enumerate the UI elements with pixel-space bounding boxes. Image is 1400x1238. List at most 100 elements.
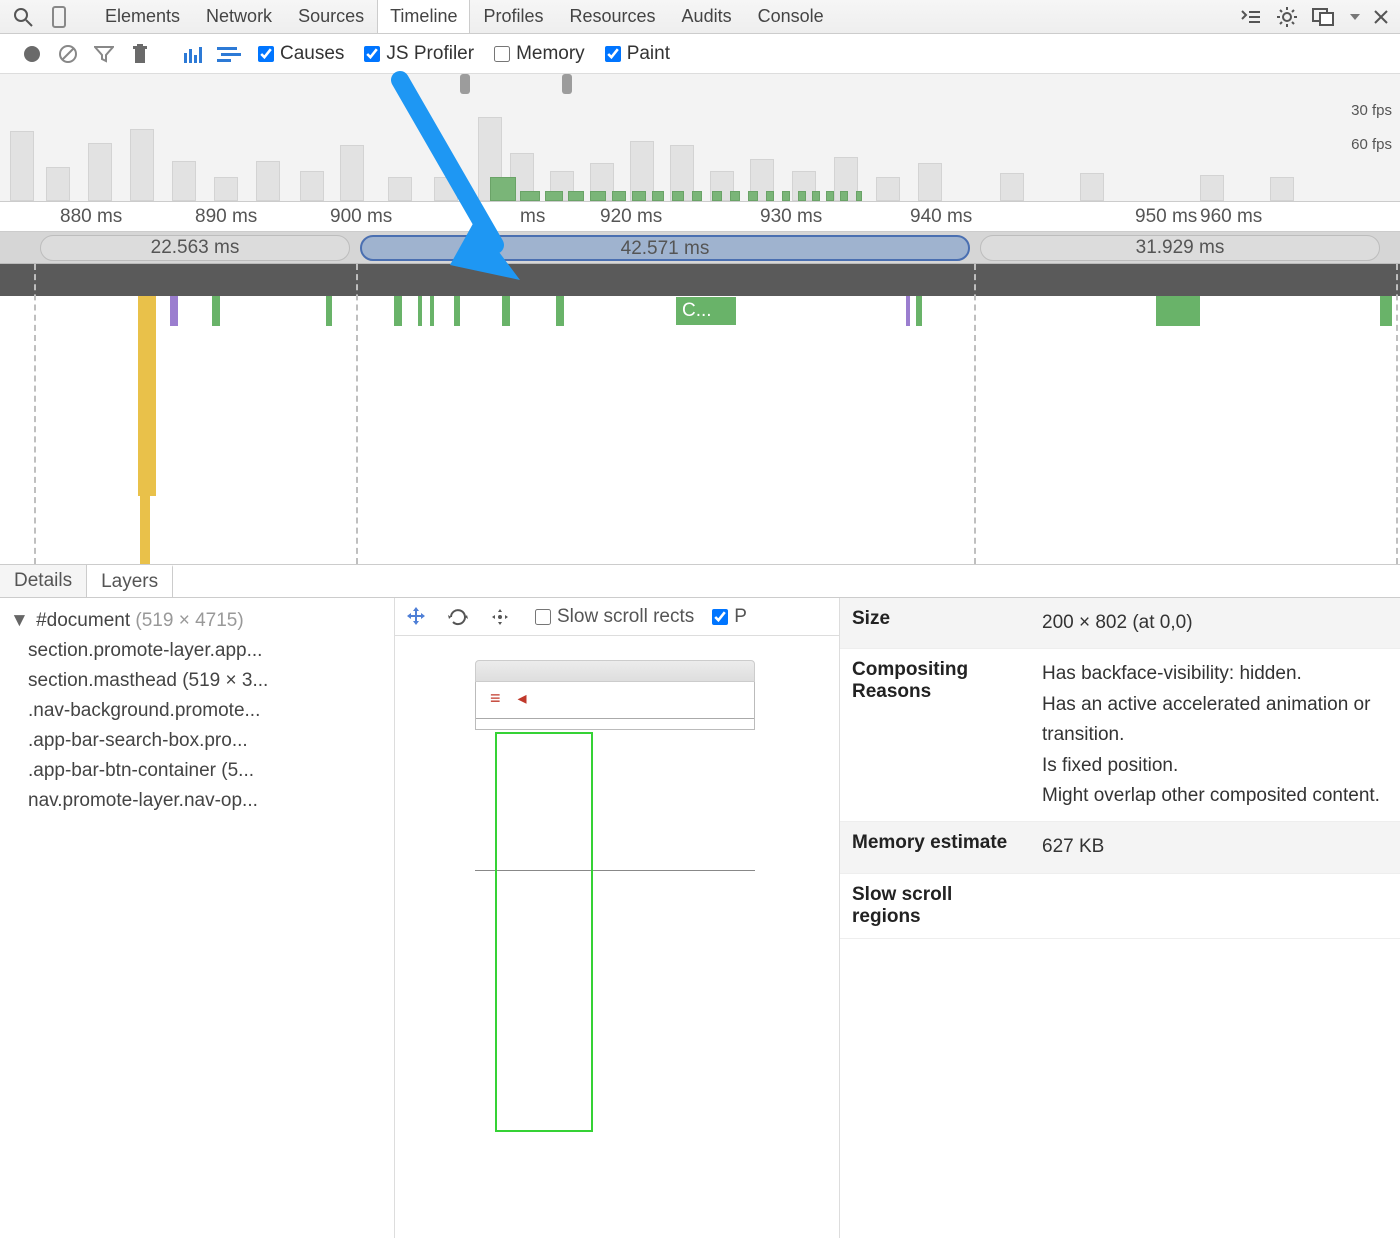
flame-paint-block[interactable] xyxy=(418,296,422,326)
devtools-top-bar: Elements Network Sources Timeline Profil… xyxy=(0,0,1400,34)
tab-layers[interactable]: Layers xyxy=(87,565,173,597)
checkbox-memory[interactable]: Memory xyxy=(494,43,585,65)
checkbox-paint-input[interactable] xyxy=(605,46,621,62)
checkbox-paints-input[interactable] xyxy=(712,609,728,625)
tree-item[interactable]: nav.promote-layer.nav-op... xyxy=(28,786,384,816)
tree-root-dims: (519 × 4715) xyxy=(135,610,243,631)
close-devtools-icon[interactable] xyxy=(1370,3,1392,31)
layer-canvas[interactable]: Slow scroll rects P ≡ ◂ xyxy=(395,598,840,1238)
device-mode-icon[interactable] xyxy=(42,3,76,31)
tree-item[interactable]: section.masthead (519 × 3... xyxy=(28,666,384,696)
flame-paint-block[interactable] xyxy=(502,296,510,326)
overview-chart[interactable]: 30 fps 60 fps xyxy=(0,74,1400,202)
flame-paint-block[interactable] xyxy=(916,296,922,326)
checkbox-causes-label: Causes xyxy=(280,43,344,65)
flame-scripting-block[interactable] xyxy=(140,496,150,564)
tab-details[interactable]: Details xyxy=(0,565,87,597)
ruler-tick: 920 ms xyxy=(600,206,662,228)
ruler-tick: 960 ms xyxy=(1200,206,1262,228)
filter-icon[interactable] xyxy=(86,45,122,63)
dock-menu-chevron-icon[interactable] xyxy=(1342,3,1368,31)
tree-item[interactable]: .app-bar-search-box.pro... xyxy=(28,726,384,756)
tab-audits[interactable]: Audits xyxy=(669,0,745,33)
garbage-collect-icon[interactable] xyxy=(122,44,158,64)
ruler-tick: 930 ms xyxy=(760,206,822,228)
settings-gear-icon[interactable] xyxy=(1270,3,1304,31)
flame-paint-block[interactable] xyxy=(1156,296,1200,326)
prop-compositing-key: Compositing Reasons xyxy=(840,649,1030,822)
overview-paint-bar xyxy=(490,177,516,201)
flame-paint-block[interactable] xyxy=(326,296,332,326)
dock-side-icon[interactable] xyxy=(1306,3,1340,31)
flame-paint-block[interactable] xyxy=(556,296,564,326)
ruler-tick: 890 ms xyxy=(195,206,257,228)
rotate-icon[interactable] xyxy=(447,606,475,628)
overview-paint-bar xyxy=(612,191,626,201)
compositing-reason: Has an active accelerated animation or t… xyxy=(1042,690,1388,751)
checkbox-memory-input[interactable] xyxy=(494,46,510,62)
frame-bar-selected[interactable]: 42.571 ms xyxy=(360,235,970,261)
flame-composite-block[interactable]: C... xyxy=(676,297,736,325)
flame-paint-block[interactable] xyxy=(454,296,460,326)
flame-header-strip xyxy=(0,264,1400,296)
overview-paint-bar xyxy=(672,191,684,201)
tab-resources[interactable]: Resources xyxy=(557,0,669,33)
tree-root[interactable]: ▼ #document (519 × 4715) xyxy=(10,606,384,636)
frame-bar[interactable]: 31.929 ms xyxy=(980,235,1380,261)
preview-window-chrome xyxy=(475,660,755,682)
checkbox-slow-scroll-rects[interactable]: Slow scroll rects xyxy=(535,606,694,628)
checkbox-memory-label: Memory xyxy=(516,43,585,65)
checkbox-causes[interactable]: Causes xyxy=(258,43,344,65)
overview-paint-bar xyxy=(782,191,790,201)
ruler-tick: ms xyxy=(520,206,545,228)
checkbox-paint-label: Paint xyxy=(627,43,670,65)
tree-item[interactable]: .nav-background.promote... xyxy=(28,696,384,726)
frame-bar[interactable]: 22.563 ms xyxy=(40,235,350,261)
record-icon[interactable] xyxy=(14,45,50,63)
overview-paint-bar xyxy=(856,191,862,201)
overview-paint-bar xyxy=(730,191,740,201)
checkbox-causes-input[interactable] xyxy=(258,46,274,62)
overview-paint-bar xyxy=(590,191,606,201)
drawer-toggle-icon[interactable] xyxy=(1234,3,1268,31)
tab-profiles[interactable]: Profiles xyxy=(470,0,556,33)
pan-icon[interactable] xyxy=(405,606,433,628)
flame-paint-block[interactable] xyxy=(212,296,220,326)
ruler-tick: 950 ms xyxy=(1135,206,1197,228)
layer-preview[interactable]: ≡ ◂ xyxy=(475,660,755,1080)
disclosure-triangle-icon[interactable]: ▼ xyxy=(10,606,29,636)
checkbox-jsprofiler[interactable]: JS Profiler xyxy=(364,43,474,65)
view-flame-icon[interactable] xyxy=(176,45,212,63)
checkbox-slow-scroll-rects-input[interactable] xyxy=(535,609,551,625)
view-waterfall-icon[interactable] xyxy=(212,46,248,62)
flame-layout-block[interactable] xyxy=(170,296,178,326)
magnify-icon[interactable] xyxy=(6,3,40,31)
clear-icon[interactable] xyxy=(50,44,86,64)
frame-divider xyxy=(1396,264,1398,564)
compositing-reason: Is fixed position. xyxy=(1042,751,1388,781)
layer-tree[interactable]: ▼ #document (519 × 4715) section.promote… xyxy=(0,598,395,1238)
flame-paint-block[interactable] xyxy=(430,296,434,326)
flame-layout-block[interactable] xyxy=(906,296,910,326)
prop-memory-value: 627 KB xyxy=(1030,822,1400,873)
time-ruler[interactable]: 880 ms 890 ms 900 ms ms 920 ms 930 ms 94… xyxy=(0,202,1400,232)
checkbox-jsprofiler-input[interactable] xyxy=(364,46,380,62)
tab-network[interactable]: Network xyxy=(193,0,285,33)
tree-item[interactable]: section.promote-layer.app... xyxy=(28,636,384,666)
selected-layer-outline[interactable] xyxy=(495,732,593,1132)
flame-paint-block[interactable] xyxy=(394,296,402,326)
flame-chart[interactable]: C... xyxy=(0,264,1400,564)
flame-scripting-block[interactable] xyxy=(138,296,156,496)
tab-sources[interactable]: Sources xyxy=(285,0,377,33)
checkbox-paints[interactable]: P xyxy=(712,606,747,628)
overview-paint-bar xyxy=(798,191,806,201)
tab-elements[interactable]: Elements xyxy=(92,0,193,33)
checkbox-slow-scroll-rects-label: Slow scroll rects xyxy=(557,606,694,628)
flame-paint-block[interactable] xyxy=(1380,296,1392,326)
tab-timeline[interactable]: Timeline xyxy=(377,0,470,33)
tree-item[interactable]: .app-bar-btn-container (5... xyxy=(28,756,384,786)
ruler-tick: 900 ms xyxy=(330,206,392,228)
tab-console[interactable]: Console xyxy=(745,0,837,33)
reset-view-icon[interactable] xyxy=(489,606,517,628)
checkbox-paint[interactable]: Paint xyxy=(605,43,670,65)
